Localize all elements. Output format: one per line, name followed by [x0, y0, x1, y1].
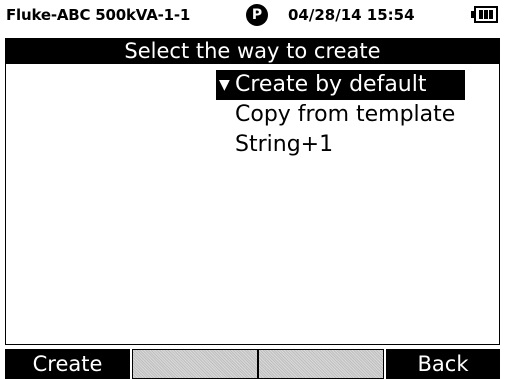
create-button[interactable]: Create	[5, 349, 130, 379]
content-area: ▼ Create by default Copy from template S…	[5, 64, 500, 345]
page-title: Select the way to create	[5, 38, 500, 64]
back-button[interactable]: Back	[386, 349, 500, 379]
date-time: 04/28/14 15:54	[288, 6, 415, 24]
battery-icon	[471, 6, 498, 23]
p-badge-icon: P	[246, 4, 268, 26]
caret-down-icon: ▼	[219, 77, 230, 93]
menu-item-create-by-default[interactable]: ▼ Create by default	[216, 70, 466, 100]
menu-item-string-plus-1[interactable]: String+1	[216, 130, 465, 160]
function-key-2[interactable]	[132, 349, 258, 379]
menu-item-copy-from-template[interactable]: Copy from template	[216, 100, 465, 130]
menu-item-label: Create by default	[235, 72, 427, 97]
status-bar: Fluke-ABC 500kVA-1-1 P 04/28/14 15:54	[0, 0, 505, 38]
function-key-3[interactable]	[258, 349, 384, 379]
device-name: Fluke-ABC 500kVA-1-1	[6, 6, 191, 24]
function-key-bar: Create Back	[0, 349, 505, 379]
instrument-screen: Fluke-ABC 500kVA-1-1 P 04/28/14 15:54 Se…	[0, 0, 505, 379]
create-method-menu: ▼ Create by default Copy from template S…	[216, 70, 466, 160]
menu-item-label: String+1	[235, 132, 334, 157]
menu-item-label: Copy from template	[235, 102, 456, 127]
